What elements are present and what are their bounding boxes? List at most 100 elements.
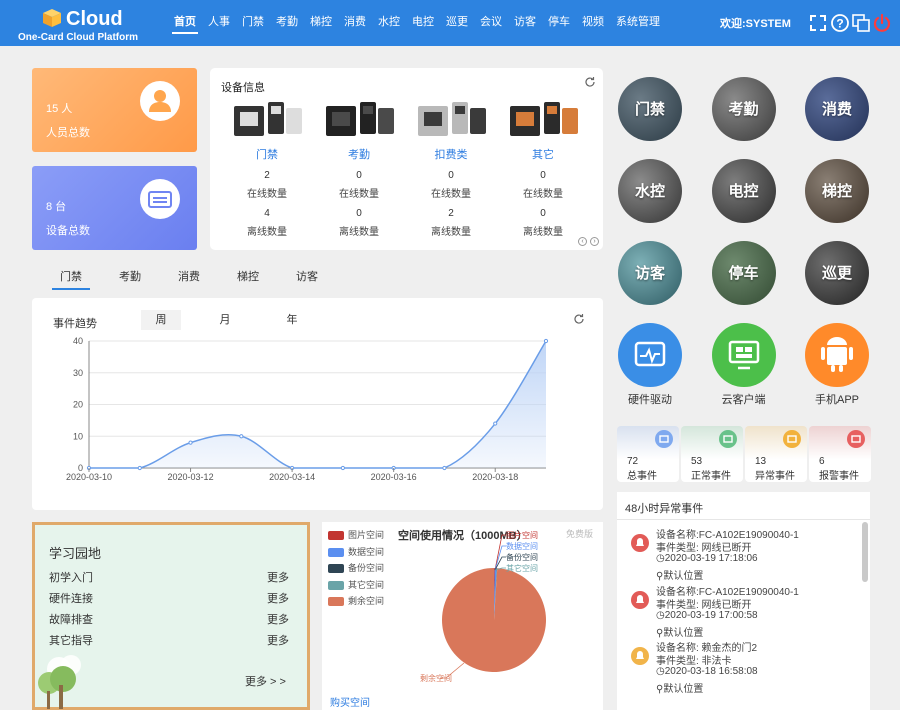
device-type-name[interactable]: 扣费类 bbox=[405, 146, 497, 162]
offline-count: 0 bbox=[540, 208, 546, 219]
door-access-icon[interactable]: 门禁 bbox=[618, 77, 682, 141]
module-label: 消费 bbox=[821, 101, 852, 118]
nav-item-5[interactable]: 消费 bbox=[338, 0, 372, 46]
device-icon bbox=[140, 179, 180, 219]
nav-item-0[interactable]: 首页 bbox=[168, 0, 202, 46]
window-icon[interactable] bbox=[851, 13, 871, 33]
study-item-label[interactable]: 初学入门 bbox=[49, 572, 93, 584]
alarm-scrollbar[interactable] bbox=[862, 522, 868, 582]
study-more-link[interactable]: 更多 bbox=[267, 590, 289, 606]
pie-slice[interactable] bbox=[442, 568, 546, 672]
study-item-label[interactable]: 故障排查 bbox=[49, 614, 93, 626]
nav-item-2[interactable]: 门禁 bbox=[236, 0, 270, 46]
pie-label: 图片空间 bbox=[506, 530, 538, 540]
patrol-icon[interactable]: 巡更 bbox=[805, 241, 869, 305]
app-label[interactable]: 云客户端 bbox=[704, 391, 784, 407]
people-count-card[interactable]: 15 人 人员总数 bbox=[32, 68, 197, 152]
buy-space-link[interactable]: 购买空间 bbox=[330, 694, 370, 709]
event-stat-card[interactable]: 72 总事件 bbox=[617, 426, 679, 482]
study-more-link[interactable]: 更多 bbox=[267, 611, 289, 627]
data-point[interactable] bbox=[188, 440, 193, 445]
alarm-location: 默认位置 bbox=[663, 627, 704, 639]
tab-2[interactable]: 消费 bbox=[162, 268, 221, 290]
chart-refresh-icon[interactable] bbox=[573, 313, 585, 325]
study-panel: 学习园地 初学入门 更多 硬件连接 更多 故障排查 更多 其它指导 更多 更多 > > bbox=[32, 522, 310, 710]
data-point[interactable] bbox=[442, 465, 447, 471]
period-year[interactable]: 年 bbox=[272, 310, 312, 330]
alarm-location: 默认位置 bbox=[663, 684, 704, 695]
tab-0[interactable]: 门禁 bbox=[44, 268, 103, 290]
tab-1[interactable]: 考勤 bbox=[103, 268, 162, 290]
logo[interactable]: Cloud One-Card Cloud Platform bbox=[18, 4, 148, 44]
nav-item-13[interactable]: 系统管理 bbox=[610, 0, 666, 46]
online-count: 2 bbox=[264, 170, 270, 181]
nav-item-9[interactable]: 会议 bbox=[474, 0, 508, 46]
event-tabs: 门禁 考勤 消费 梯控 访客 bbox=[44, 268, 339, 290]
prev-page-icon[interactable]: ‹ bbox=[578, 237, 587, 246]
nav-item-3[interactable]: 考勤 bbox=[270, 0, 304, 46]
nav-item-11[interactable]: 停车 bbox=[542, 0, 576, 46]
consume-icon[interactable]: 消费 bbox=[805, 77, 869, 141]
hardware-driver-icon[interactable] bbox=[618, 323, 682, 387]
data-point[interactable] bbox=[493, 421, 498, 426]
study-more-link[interactable]: 更多 bbox=[267, 569, 289, 585]
study-item: 硬件连接 更多 bbox=[49, 590, 289, 606]
water-control-icon[interactable]: 水控 bbox=[618, 159, 682, 223]
nav-item-12[interactable]: 视频 bbox=[576, 0, 610, 46]
nav-item-8[interactable]: 巡更 bbox=[440, 0, 474, 46]
nav-item-7[interactable]: 电控 bbox=[406, 0, 440, 46]
app-label[interactable]: 手机APP bbox=[797, 391, 877, 407]
cloud-client-icon[interactable] bbox=[711, 323, 776, 387]
alarm-type: 事件类型: 网线已断开 bbox=[656, 543, 752, 554]
event-count: 13 bbox=[755, 456, 767, 467]
tab-4[interactable]: 访客 bbox=[280, 268, 339, 290]
attendance-icon[interactable]: 考勤 bbox=[711, 77, 776, 141]
event-stat-card[interactable]: 53 正常事件 bbox=[681, 426, 743, 482]
nav-item-4[interactable]: 梯控 bbox=[304, 0, 338, 46]
nav-item-10[interactable]: 访客 bbox=[508, 0, 542, 46]
alarm-location: 默认位置 bbox=[663, 571, 704, 582]
nav-item-6[interactable]: 水控 bbox=[372, 0, 406, 46]
study-item-label[interactable]: 其它指导 bbox=[49, 635, 93, 647]
refresh-icon[interactable] bbox=[584, 76, 596, 88]
device-info-title: 设备信息 bbox=[221, 82, 265, 94]
alarm-time-row: ◷2020-03-18 16:58:08 bbox=[656, 666, 758, 677]
online-label: 在线数量 bbox=[339, 189, 379, 200]
parking-icon[interactable]: 停车 bbox=[711, 241, 776, 305]
help-icon[interactable]: ? bbox=[830, 13, 850, 33]
logo-subtitle: One-Card Cloud Platform bbox=[18, 32, 139, 43]
device-count-label: 设备总数 bbox=[46, 225, 90, 237]
nav-item-1[interactable]: 人事 bbox=[202, 0, 236, 46]
study-more-all-link[interactable]: 更多 > > bbox=[245, 673, 286, 689]
study-item-label[interactable]: 硬件连接 bbox=[49, 593, 93, 605]
study-more-link[interactable]: 更多 bbox=[267, 632, 289, 648]
period-month[interactable]: 月 bbox=[205, 310, 245, 330]
power-icon[interactable] bbox=[872, 13, 892, 33]
event-stat-card[interactable]: 6 报警事件 bbox=[809, 426, 871, 482]
data-point[interactable] bbox=[340, 465, 345, 471]
device-type-name[interactable]: 门禁 bbox=[221, 146, 313, 162]
offline-count: 2 bbox=[448, 208, 454, 219]
next-page-icon[interactable]: › bbox=[590, 237, 599, 246]
module-label: 停车 bbox=[728, 265, 759, 282]
tab-3[interactable]: 梯控 bbox=[221, 268, 280, 290]
fullscreen-icon[interactable] bbox=[808, 13, 828, 33]
chart-bar-icon bbox=[655, 430, 673, 448]
data-point[interactable] bbox=[543, 338, 549, 344]
app-label[interactable]: 硬件驱动 bbox=[610, 391, 690, 407]
alarm-time: 2020-03-19 17:00:58 bbox=[664, 609, 758, 621]
x-tick-label: 2020-03-14 bbox=[269, 472, 315, 482]
device-count-card[interactable]: 8 台 设备总数 bbox=[32, 166, 197, 250]
module-label: 水控 bbox=[634, 183, 665, 200]
elevator-icon[interactable]: 梯控 bbox=[805, 159, 869, 223]
power-control-icon[interactable]: 电控 bbox=[711, 159, 776, 223]
period-week[interactable]: 周 bbox=[141, 310, 181, 330]
device-type-name[interactable]: 其它 bbox=[497, 146, 589, 162]
data-point[interactable] bbox=[137, 465, 142, 471]
online-label: 在线数量 bbox=[247, 189, 287, 200]
device-type-name[interactable]: 考勤 bbox=[313, 146, 405, 162]
data-point[interactable] bbox=[239, 434, 244, 439]
visitor-icon[interactable]: 访客 bbox=[618, 241, 682, 305]
mobile-app-icon[interactable] bbox=[805, 323, 869, 387]
event-stat-card[interactable]: 13 异常事件 bbox=[745, 426, 807, 482]
